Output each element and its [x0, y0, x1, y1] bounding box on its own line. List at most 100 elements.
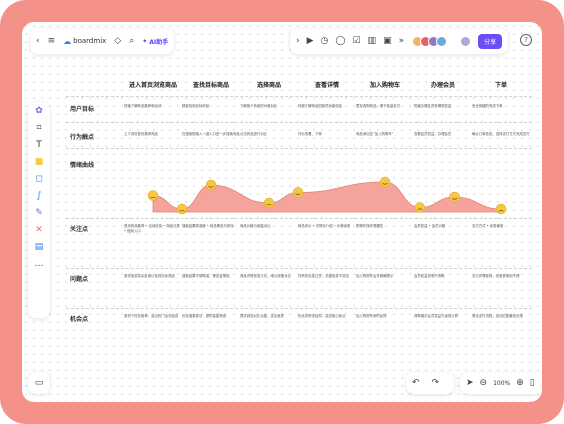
touchpoint-cell[interactable]: 查看会员权益、办理会员 [414, 132, 472, 137]
touchpoint-cell[interactable]: 点击商品进行对比 [240, 132, 298, 137]
back-icon[interactable]: ‹ [36, 36, 40, 46]
opportunity-cell[interactable]: 加入购物车即时反馈 [356, 314, 414, 319]
ai-icon: ✦ [142, 37, 148, 45]
goal-cell[interactable]: 暂存选购商品，便于批量支付 [356, 104, 414, 109]
happy-face-icon[interactable] [292, 187, 304, 198]
app-window: ‹ ≡ ☁ boardmix ◇ ⌕ ✦ AI助手 › ▶ ◷ ◯ ☑ ▥ ▣ » … [22, 22, 542, 402]
happy-face-icon[interactable] [379, 176, 391, 188]
neutral-face-icon[interactable] [263, 197, 275, 209]
chevron-right-icon[interactable]: › [296, 36, 300, 46]
menu-icon[interactable]: ≡ [48, 36, 56, 46]
problem-cell[interactable]: 支付步骤繁琐，优惠券使用不便 [472, 274, 530, 279]
divider [66, 122, 532, 123]
focus-cell[interactable]: 会员权益 • 会员价格 [414, 224, 472, 229]
image-icon[interactable]: ▣ [383, 36, 392, 46]
focus-cell[interactable]: 商品评价 • 详情页介绍 • 价格优惠 [298, 224, 356, 229]
goal-cell[interactable]: 了解各个商品的价格对比 [240, 104, 298, 109]
journey-map[interactable]: 进入首页浏览商品 查找目标商品 选择商品 查看详情 加入购物车 办理会员 下单 用户目标 行为触… [66, 74, 532, 344]
stage-header[interactable]: 加入购物车 [356, 80, 414, 89]
frame-icon[interactable]: ⌗ [36, 124, 41, 133]
sad-face-icon[interactable] [176, 203, 188, 215]
top-left-toolbar: ‹ ≡ ☁ boardmix ◇ ⌕ ✦ AI助手 [30, 28, 175, 54]
goal-cell[interactable]: 详细了解商品的各项功能信息 [298, 104, 356, 109]
opportunity-cell[interactable]: 提供商品对比功能，突出差异 [240, 314, 298, 319]
vote-icon[interactable]: ☑ [352, 36, 360, 46]
happy-face-icon[interactable] [449, 191, 460, 203]
focus-cell[interactable]: 购物车操作便捷性 [356, 224, 414, 229]
pointer-icon[interactable]: ➤ [466, 378, 474, 388]
row-label: 机会点 [70, 316, 89, 323]
table-icon[interactable]: ▤ [35, 243, 44, 252]
problem-cell[interactable]: 加入购物车后未明确提示 [356, 274, 414, 279]
goal-cell[interactable]: 知道办理会员有哪些权益 [414, 104, 472, 109]
play-icon[interactable]: ▶ [307, 36, 314, 46]
brand-logo[interactable]: ☁ boardmix [63, 37, 106, 46]
focus-cell[interactable]: 首页商品推荐 • 活动信息 • 商品分类 • 搜索入口 [124, 224, 182, 234]
help-icon[interactable]: ? [520, 34, 532, 46]
emotion-curve-layer [147, 176, 507, 215]
minimap-icon: ▭ [34, 377, 44, 388]
chart-icon[interactable]: ▥ [368, 36, 377, 46]
problem-cell[interactable]: 详情页信息过多，关键信息不突出 [298, 274, 356, 279]
search-icon[interactable]: ⌕ [129, 36, 134, 46]
more-tools-icon[interactable]: … [35, 260, 44, 269]
minimap-button[interactable]: ▭ [28, 372, 50, 394]
current-user-avatar[interactable] [460, 35, 472, 47]
zoom-out-icon[interactable]: ⊖ [480, 378, 488, 388]
zoom-controls: ➤ ⊖ 100% ⊕ ▯ [460, 372, 542, 394]
happy-face-icon[interactable] [205, 179, 217, 191]
collaborator-avatars[interactable] [412, 35, 448, 47]
history-controls: ↶ ↷ [406, 372, 454, 394]
pen-icon[interactable]: ✎ [35, 209, 43, 218]
goal-cell[interactable]: 快速了解商品推荐和活动 [124, 104, 182, 109]
more-icon[interactable]: » [399, 36, 405, 46]
opportunity-cell[interactable]: 清晰展示会员权益与省钱计算 [414, 314, 472, 319]
sad-face-icon[interactable] [495, 203, 507, 215]
focus-cell[interactable]: 搜索结果精准度 • 商品筛选与排序 [182, 224, 240, 229]
sticky-note-icon[interactable]: ■ [35, 158, 44, 167]
left-tool-panel: ✿ ⌗ T ■ ◻ ∫ ✎ ✕ ▤ … [28, 102, 50, 318]
shape-icon[interactable]: ◻ [35, 175, 42, 184]
stage-header[interactable]: 查找目标商品 [182, 80, 240, 89]
goal-cell[interactable]: 精准找到目标商品 [182, 104, 240, 109]
goal-cell[interactable]: 安全快捷的完成下单 [472, 104, 530, 109]
focus-cell[interactable]: 支付方式 • 优惠使用 [472, 224, 530, 229]
fullscreen-icon[interactable]: ▯ [530, 378, 535, 388]
templates-icon[interactable]: ✿ [35, 107, 43, 116]
stage-header[interactable]: 查看详情 [298, 80, 356, 89]
top-right-toolbar: › ▶ ◷ ◯ ☑ ▥ ▣ » 分享 [290, 28, 509, 54]
brand-name: boardmix [73, 37, 107, 45]
touchpoint-cell[interactable]: 在搜索框输入一键入口进一步搜索商品 [182, 132, 240, 137]
redo-icon[interactable]: ↷ [432, 378, 440, 388]
comment-icon[interactable]: ◯ [335, 36, 345, 46]
touchpoint-cell[interactable]: 确认订单信息、选择支付方式完成支付 [472, 132, 530, 137]
timer-icon[interactable]: ◷ [321, 36, 329, 46]
stage-header[interactable]: 选择商品 [240, 80, 298, 89]
connector-icon[interactable]: ∫ [37, 192, 42, 201]
undo-icon[interactable]: ↶ [412, 378, 420, 388]
opportunity-cell[interactable]: 优化搜索算法，提供智能筛选 [182, 314, 240, 319]
focus-cell[interactable]: 商品价格与销量对比 [240, 224, 298, 229]
stage-header[interactable]: 办理会员 [414, 80, 472, 89]
problem-cell[interactable]: 首页信息较杂乱难以找到目标商品 [124, 274, 182, 279]
zoom-level[interactable]: 100% [493, 380, 510, 387]
touchpoint-cell[interactable]: 商品添加至“加入购物车” [356, 132, 414, 137]
tag-icon[interactable]: ◇ [114, 36, 121, 46]
opportunity-cell[interactable]: 首页个性化推荐，突出热门活动信息 [124, 314, 182, 319]
stage-header[interactable]: 下单 [472, 80, 530, 89]
share-button[interactable]: 分享 [478, 33, 503, 49]
problem-cell[interactable]: 搜索结果不够精准，需反复筛选 [182, 274, 240, 279]
zoom-in-icon[interactable]: ⊕ [516, 378, 524, 388]
sad-face-icon[interactable] [414, 202, 426, 213]
problem-cell[interactable]: 会员权益说明不清晰 [414, 274, 472, 279]
neutral-face-icon[interactable] [147, 190, 159, 201]
mindmap-icon[interactable]: ✕ [35, 226, 43, 235]
opportunity-cell[interactable]: 简化支付流程，自动匹配最优优惠 [472, 314, 530, 319]
touchpoint-cell[interactable]: 上下浏览首页推荐商品 [124, 132, 182, 137]
problem-cell[interactable]: 商品详情信息冗长，难以快速对比 [240, 274, 298, 279]
touchpoint-cell[interactable]: 评价查看、下单 [298, 132, 356, 137]
ai-assistant-button[interactable]: ✦ AI助手 [142, 37, 168, 46]
opportunity-cell[interactable]: 优化详情页结构，突出核心卖点 [298, 314, 356, 319]
stage-header[interactable]: 进入首页浏览商品 [124, 80, 182, 89]
text-icon[interactable]: T [36, 141, 42, 150]
